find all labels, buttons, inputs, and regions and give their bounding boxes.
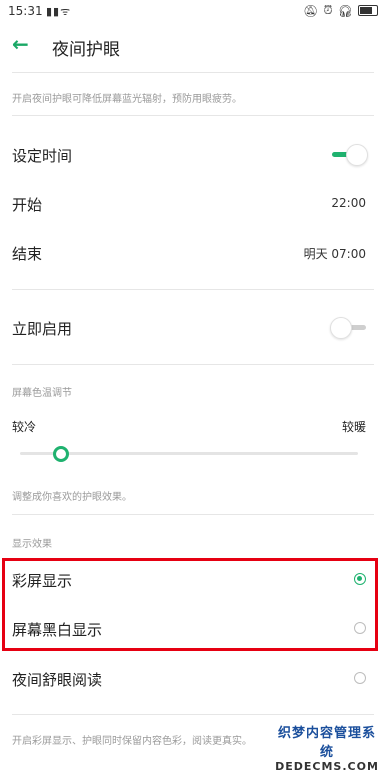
end-value: 明天 07:00 — [303, 247, 366, 261]
start-value: 22:00 — [331, 196, 366, 210]
cool-label: 较冷 — [12, 420, 37, 434]
divider — [12, 364, 374, 365]
color-temp-slider[interactable] — [20, 452, 358, 455]
divider — [12, 714, 374, 715]
alarm-icon: ⏰︎ — [323, 3, 333, 17]
status-bar: 15:31 ▮▮ᯤ 🔕︎ ⏰︎ 🎧︎ — [0, 0, 386, 24]
start-label: 开始 — [12, 196, 43, 214]
bell-off-icon: 🔕︎ — [303, 3, 319, 18]
enable-now-toggle[interactable] — [330, 317, 368, 339]
watermark-line1: 织梦内容管理系统 — [277, 726, 376, 760]
color-temp-section-title: 屏幕色温调节 — [12, 388, 72, 399]
display-effect-section-title: 显示效果 — [12, 539, 52, 550]
divider — [12, 289, 374, 290]
end-label: 结束 — [12, 245, 43, 263]
watermark-line2: DEDECMS.COM — [275, 760, 379, 773]
option-night-reading[interactable]: 夜间舒眼阅读 — [0, 654, 386, 704]
enable-now-label: 立即启用 — [12, 320, 73, 338]
color-temp-slider-thumb[interactable] — [53, 446, 69, 462]
radio-night-reading[interactable] — [354, 672, 366, 684]
option-label: 夜间舒眼阅读 — [12, 671, 103, 689]
divider — [12, 115, 374, 116]
display-effect-hint: 开启彩屏显示、护眼同时保留内容色彩，阅读更真实。 — [12, 736, 252, 747]
enable-now-row[interactable]: 立即启用 — [0, 303, 386, 353]
schedule-row[interactable]: 设定时间 — [0, 130, 386, 180]
schedule-label: 设定时间 — [12, 147, 73, 165]
highlight-box — [2, 558, 378, 651]
start-time-row[interactable]: 开始 22:00 — [0, 179, 386, 229]
divider — [12, 72, 374, 73]
signal-wifi-icon: ▮▮ᯤ — [46, 5, 72, 18]
warm-label: 较暖 — [341, 420, 366, 434]
color-temp-hint: 调整成你喜欢的护眼效果。 — [12, 492, 132, 503]
page-title: 夜间护眼 — [52, 40, 120, 60]
watermark: 织梦内容管理系统 DEDECMS.COM — [272, 722, 382, 773]
battery-icon — [358, 5, 378, 16]
schedule-toggle[interactable] — [330, 144, 368, 166]
end-time-row[interactable]: 结束 明天 07:00 — [0, 228, 386, 278]
app-header: ← 夜间护眼 — [0, 24, 386, 68]
divider — [12, 514, 374, 515]
headphones-icon: 🎧︎ — [337, 3, 353, 18]
status-time: 15:31 — [8, 4, 43, 18]
intro-hint: 开启夜间护眼可降低屏幕蓝光辐射，预防用眼疲劳。 — [12, 94, 242, 105]
back-arrow-icon[interactable]: ← — [12, 34, 29, 54]
